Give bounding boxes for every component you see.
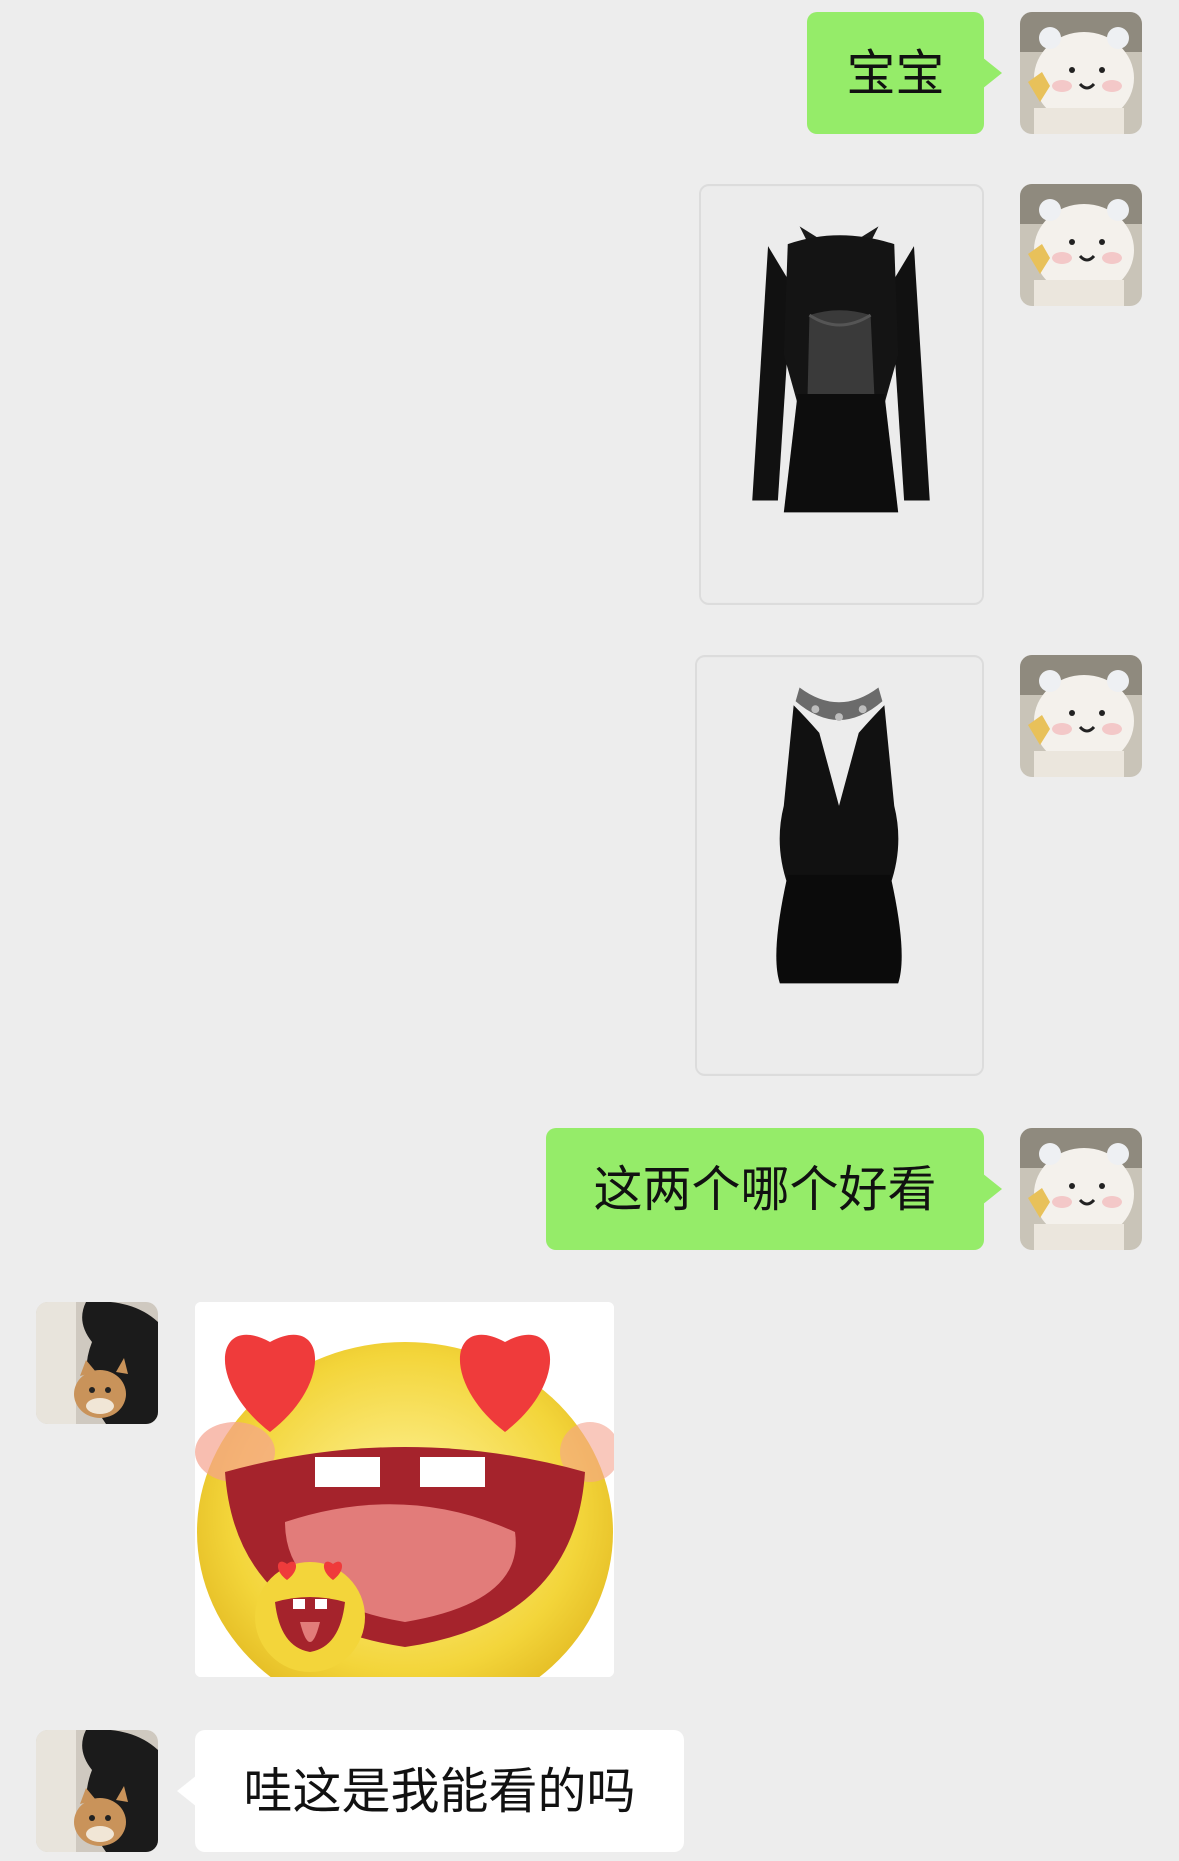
bear-avatar-icon (1020, 184, 1142, 306)
person-cat-avatar-icon (36, 1730, 158, 1852)
black-lace-dress-image (701, 186, 982, 603)
self-avatar-1[interactable] (1020, 12, 1142, 134)
image-message-dress-1[interactable] (699, 184, 984, 605)
bear-avatar-icon (1020, 655, 1142, 777)
image-message-dress-2[interactable] (695, 655, 984, 1076)
message-text-6: 哇这是我能看的吗 (243, 1762, 636, 1820)
message-text-1: 宝宝 (846, 44, 945, 102)
self-avatar-3[interactable] (1020, 655, 1142, 777)
bear-avatar-icon (1020, 12, 1142, 134)
sticker-message[interactable] (195, 1302, 614, 1677)
self-avatar-2[interactable] (1020, 184, 1142, 306)
heart-eyes-emoji-sticker (195, 1302, 614, 1677)
black-halter-dress-image (697, 657, 982, 1074)
person-cat-avatar-icon (36, 1302, 158, 1424)
message-bubble-6[interactable]: 哇这是我能看的吗 (177, 1730, 684, 1852)
other-avatar-1[interactable] (36, 1302, 158, 1424)
bear-avatar-icon (1020, 1128, 1142, 1250)
message-bubble-4[interactable]: 这两个哪个好看 (546, 1128, 1002, 1250)
message-text-4: 这两个哪个好看 (593, 1160, 937, 1218)
message-bubble-1[interactable]: 宝宝 (807, 12, 1002, 134)
other-avatar-2[interactable] (36, 1730, 158, 1852)
self-avatar-4[interactable] (1020, 1128, 1142, 1250)
